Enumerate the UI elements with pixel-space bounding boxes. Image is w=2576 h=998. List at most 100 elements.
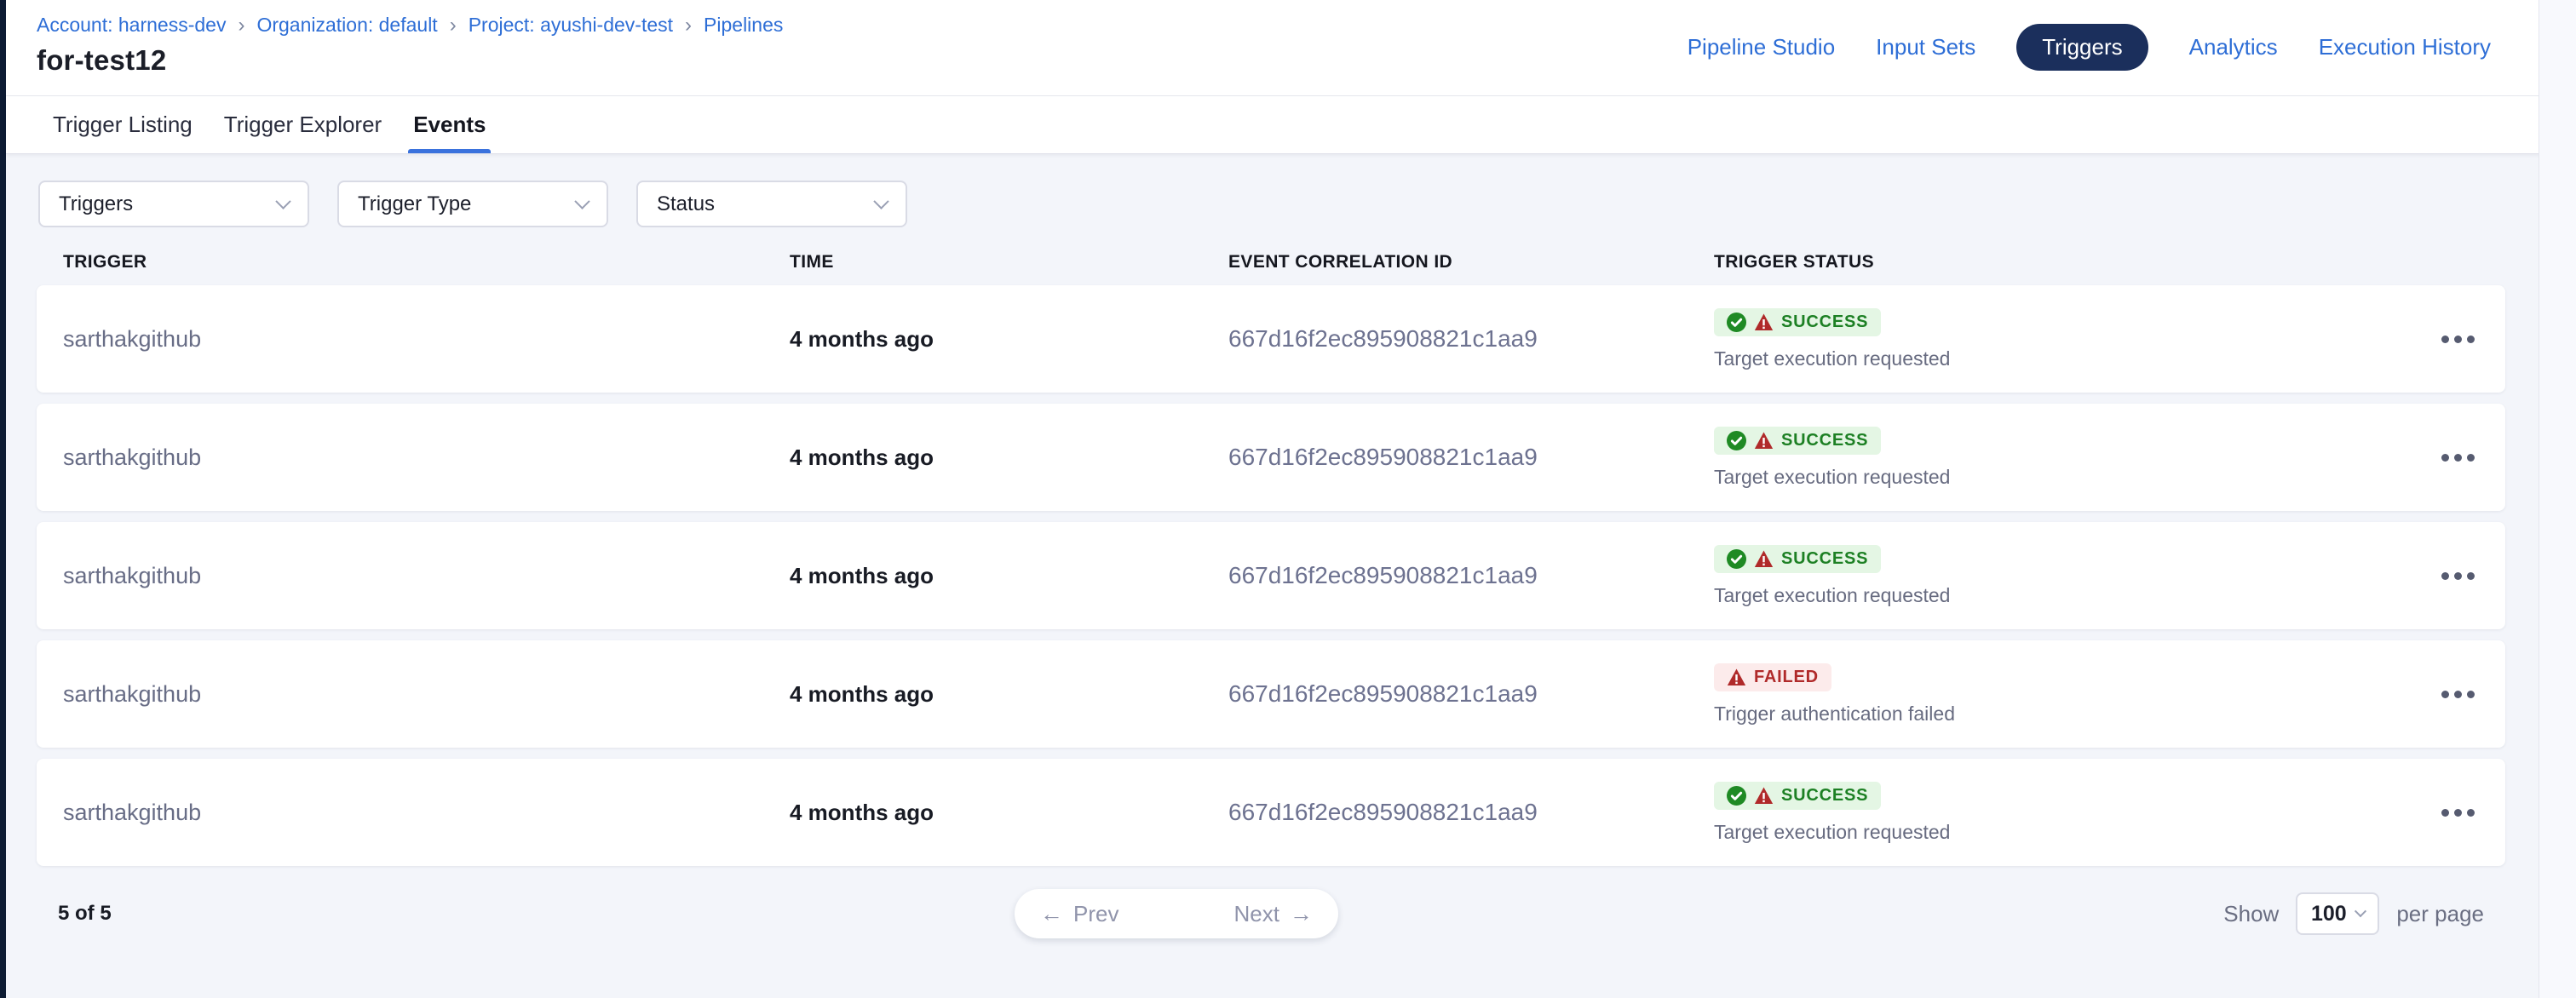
breadcrumb-item: Pipelines › [704, 14, 783, 37]
trigger-name: sarthakgithub [63, 326, 790, 353]
filter-label: Triggers [59, 192, 133, 216]
more-options-icon[interactable] [2436, 445, 2480, 470]
event-time: 4 months ago [790, 326, 1228, 353]
status-message: Target execution requested [1714, 347, 1950, 370]
status-message: Target execution requested [1714, 584, 1950, 607]
row-menu-cell [2420, 327, 2480, 352]
table-header: TRIGGER TIME EVENT CORRELATION ID TRIGGE… [37, 250, 2543, 275]
chevron-down-icon [275, 193, 290, 209]
left-arrow-icon: ← [1040, 901, 1063, 927]
page-size-control: Show 100 per page [2223, 892, 2484, 935]
chevron-down-icon [574, 193, 589, 209]
row-menu-cell [2420, 682, 2480, 707]
status-badge: SUCCESS [1714, 308, 1881, 336]
trigger-status-cell: SUCCESS Target execution requested [1714, 545, 2420, 607]
check-circle-icon [1727, 786, 1746, 806]
nav-link[interactable]: Triggers [2016, 24, 2148, 71]
table-row: sarthakgithub 4 months ago 667d16f2ec895… [37, 640, 2505, 748]
next-label: Next [1233, 901, 1279, 927]
status-badge: SUCCESS [1714, 782, 1881, 810]
warning-triangle-icon [1754, 786, 1774, 806]
trigger-status-cell: FAILED Trigger authentication failed [1714, 663, 2420, 726]
breadcrumb-link[interactable]: Account: harness-dev [37, 14, 226, 37]
trigger-name: sarthakgithub [63, 445, 790, 471]
table-row: sarthakgithub 4 months ago 667d16f2ec895… [37, 285, 2505, 393]
event-correlation-id: 667d16f2ec895908821c1aa9 [1228, 799, 1714, 826]
column-header-trigger: TRIGGER [63, 252, 790, 272]
left-nav-edge [0, 0, 6, 998]
event-correlation-id: 667d16f2ec895908821c1aa9 [1228, 325, 1714, 353]
nav-link[interactable]: Input Sets [1876, 24, 1975, 71]
status-badge: SUCCESS [1714, 427, 1881, 455]
check-circle-icon [1727, 431, 1746, 450]
status-message: Target execution requested [1714, 821, 1950, 844]
warning-triangle-icon [1727, 668, 1746, 687]
breadcrumb-separator-icon: › [685, 14, 692, 36]
warning-triangle-icon [1754, 431, 1774, 450]
trigger-status-cell: SUCCESS Target execution requested [1714, 427, 2420, 489]
trigger-name: sarthakgithub [63, 800, 790, 826]
breadcrumb-item: Organization: default › [256, 14, 456, 37]
filter-dropdown[interactable]: Status [636, 181, 907, 227]
tab-bar: Trigger Listing Trigger Explorer Events [6, 96, 2576, 154]
more-options-icon[interactable] [2436, 564, 2480, 588]
pipeline-nav: Pipeline Studio Input Sets Triggers Anal… [1688, 24, 2491, 71]
filter-dropdown[interactable]: Triggers [38, 181, 309, 227]
breadcrumb-link[interactable]: Pipelines [704, 14, 783, 37]
event-correlation-id: 667d16f2ec895908821c1aa9 [1228, 444, 1714, 471]
status-message: Trigger authentication failed [1714, 703, 1955, 726]
tab[interactable]: Events [413, 96, 486, 153]
status-badge: SUCCESS [1714, 545, 1881, 573]
pagination-footer: 5 of 5 ← Prev 1 Next → Show 100 [37, 889, 2505, 938]
status-badge-label: FAILED [1754, 668, 1819, 687]
row-count: 5 of 5 [58, 902, 112, 926]
per-page-label: per page [2396, 901, 2484, 927]
nav-link[interactable]: Analytics [2189, 24, 2278, 71]
events-content: Triggers Trigger Type Status TRIGGER [6, 154, 2576, 938]
table-row: sarthakgithub 4 months ago 667d16f2ec895… [37, 759, 2505, 866]
filter-label: Status [657, 192, 715, 216]
page-size-dropdown[interactable]: 100 [2296, 892, 2379, 935]
warning-triangle-icon [1754, 313, 1774, 332]
event-time: 4 months ago [790, 445, 1228, 471]
tab[interactable]: Trigger Explorer [224, 96, 382, 153]
next-page-button[interactable]: Next → [1208, 889, 1337, 938]
filter-dropdown[interactable]: Trigger Type [337, 181, 608, 227]
trigger-status-cell: SUCCESS Target execution requested [1714, 308, 2420, 370]
event-time: 4 months ago [790, 800, 1228, 826]
more-options-icon[interactable] [2436, 327, 2480, 352]
page-header: Account: harness-dev › Organization: def… [6, 0, 2576, 96]
nav-link[interactable]: Execution History [2319, 24, 2491, 71]
right-gutter [2539, 0, 2576, 998]
breadcrumb-separator-icon: › [450, 14, 457, 36]
show-label: Show [2223, 901, 2279, 927]
trigger-name: sarthakgithub [63, 563, 790, 589]
nav-link[interactable]: Pipeline Studio [1688, 24, 1835, 71]
check-circle-icon [1727, 549, 1746, 569]
breadcrumb-item: Project: ayushi-dev-test › [469, 14, 692, 37]
trigger-status-cell: SUCCESS Target execution requested [1714, 782, 2420, 844]
column-header-event-correlation-id: EVENT CORRELATION ID [1228, 252, 1714, 272]
event-correlation-id: 667d16f2ec895908821c1aa9 [1228, 562, 1714, 589]
check-circle-icon [1727, 313, 1746, 332]
tab[interactable]: Trigger Listing [53, 96, 193, 153]
trigger-name: sarthakgithub [63, 681, 790, 708]
page-1-button[interactable]: 1 [1144, 889, 1208, 938]
page-size-value: 100 [2311, 902, 2347, 926]
status-message: Target execution requested [1714, 466, 1950, 489]
event-time: 4 months ago [790, 681, 1228, 708]
filter-label: Trigger Type [358, 192, 471, 216]
breadcrumb-link[interactable]: Project: ayushi-dev-test [469, 14, 673, 37]
column-header-trigger-status: TRIGGER STATUS [1714, 252, 2458, 272]
row-menu-cell [2420, 445, 2480, 470]
filter-bar: Triggers Trigger Type Status [38, 181, 2543, 227]
row-menu-cell [2420, 800, 2480, 825]
more-options-icon[interactable] [2436, 682, 2480, 707]
page: Account: harness-dev › Organization: def… [0, 0, 2576, 998]
breadcrumb-separator-icon: › [238, 14, 244, 36]
more-options-icon[interactable] [2436, 800, 2480, 825]
prev-page-button[interactable]: ← Prev [1015, 889, 1144, 938]
row-menu-cell [2420, 564, 2480, 588]
status-badge-label: SUCCESS [1781, 549, 1868, 569]
breadcrumb-link[interactable]: Organization: default [256, 14, 437, 37]
